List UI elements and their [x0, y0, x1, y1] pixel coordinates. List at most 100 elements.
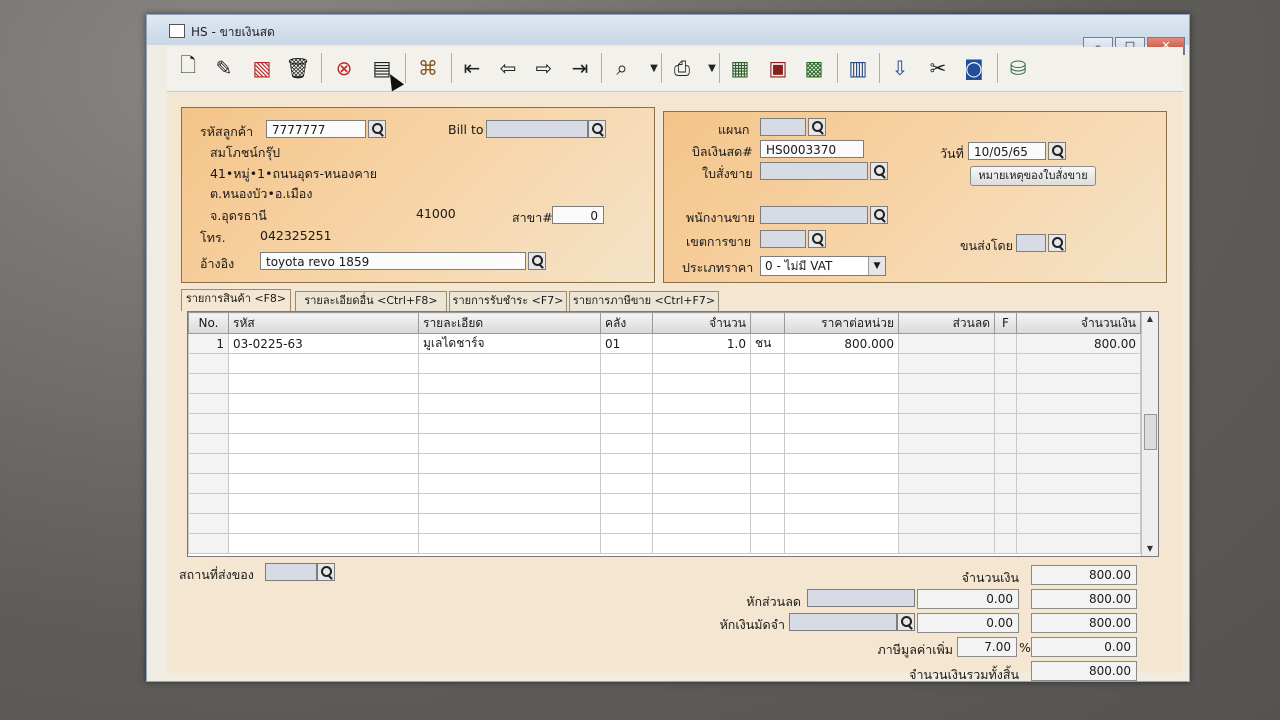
new-doc-icon[interactable]: 🗋 [173, 53, 203, 83]
tab-items[interactable]: รายการสินค้า <F8> [181, 289, 291, 311]
table-row[interactable]: 1 03-0225-63 มูเลไดชาร์จ 01 1.0 ชน 800.0… [188, 333, 1141, 354]
title-bar: HS - ขายเงินสด [147, 15, 1189, 45]
order-note-button[interactable]: หมายเหตุของใบสั่งขาย [970, 166, 1096, 186]
cell-description[interactable]: มูเลไดชาร์จ [418, 333, 601, 354]
bill-no-field[interactable]: HS0003370 [760, 140, 864, 158]
col-code[interactable]: รหัส [228, 312, 419, 334]
col-unit[interactable] [750, 312, 785, 334]
salesperson-field[interactable] [760, 206, 868, 224]
document-panel: แผนก บิลเงินสด# HS0003370 วันที่ 10/05/6… [663, 111, 1167, 283]
department-field[interactable] [760, 118, 806, 136]
trash-icon[interactable]: 🗑 [283, 53, 313, 83]
cell-discount[interactable] [898, 333, 995, 354]
sales-order-field[interactable] [760, 162, 868, 180]
vat-rate-field[interactable]: 7.00 [957, 637, 1017, 657]
deposit-field[interactable]: 0.00 [917, 613, 1019, 633]
table-row[interactable] [188, 493, 1141, 514]
col-amount[interactable]: จำนวนเงิน [1016, 312, 1141, 334]
deposit-search-icon[interactable] [897, 613, 915, 631]
salesperson-search-icon[interactable] [870, 206, 888, 224]
grid-scrollbar[interactable]: ▲ ▼ [1141, 312, 1158, 556]
cell-quantity[interactable]: 1.0 [652, 333, 751, 354]
calculator-icon[interactable]: ▣ [763, 53, 793, 83]
calendar-search-icon[interactable] [1048, 142, 1066, 160]
customer-search-icon[interactable] [368, 120, 386, 138]
cell-code[interactable]: 03-0225-63 [228, 333, 419, 354]
table-row[interactable] [188, 513, 1141, 534]
database-icon[interactable]: ⛁ [1003, 53, 1033, 83]
shipped-by-field[interactable] [1016, 234, 1046, 252]
edit-icon[interactable]: ✎ [209, 53, 239, 83]
ok-icon[interactable]: ⇩ [885, 53, 915, 83]
col-flag[interactable]: F [994, 312, 1017, 334]
table-row[interactable] [188, 373, 1141, 394]
customer-address-3: จ.อุดรธานี [210, 208, 267, 223]
col-discount[interactable]: ส่วนลด [898, 312, 995, 334]
col-warehouse[interactable]: คลัง [600, 312, 653, 334]
ok-disk-icon[interactable]: ◙ [959, 53, 989, 83]
col-no[interactable]: No. [188, 312, 229, 334]
col-quantity[interactable]: จำนวน [652, 312, 751, 334]
delete-doc-icon[interactable]: ▧ [247, 53, 277, 83]
cell-amount[interactable]: 800.00 [1016, 333, 1141, 354]
branch-field[interactable]: 0 [552, 206, 604, 224]
table-row[interactable] [188, 473, 1141, 494]
table-row[interactable] [188, 533, 1141, 554]
next-record-icon[interactable]: ⇨ [529, 53, 559, 83]
discount-formula-field[interactable] [807, 589, 915, 607]
sales-order-search-icon[interactable] [870, 162, 888, 180]
date-field[interactable]: 10/05/65 [968, 142, 1046, 160]
customer-code-field[interactable]: 7777777 [266, 120, 366, 138]
discount-field[interactable]: 0.00 [917, 589, 1019, 609]
col-description[interactable]: รายละเอียด [418, 312, 601, 334]
tab-sales-tax[interactable]: รายการภาษีขาย <Ctrl+F7> [569, 291, 719, 311]
bill-to-search-icon[interactable] [588, 120, 606, 138]
sales-area-field[interactable] [760, 230, 806, 248]
table-row[interactable] [188, 353, 1141, 374]
cell-unit[interactable]: ชน [750, 333, 785, 354]
print-preview-icon[interactable]: ⌘ [413, 53, 443, 83]
ship-to-search-icon[interactable] [317, 563, 335, 581]
app-icon [169, 24, 185, 38]
ship-to-field[interactable] [265, 563, 317, 581]
tools-icon[interactable]: ✂ [923, 53, 953, 83]
cell-warehouse[interactable]: 01 [600, 333, 653, 354]
chevron-down-icon[interactable]: ▼ [697, 53, 727, 83]
chevron-down-icon[interactable]: ▼ [639, 53, 669, 83]
scroll-thumb[interactable] [1144, 414, 1157, 450]
table-row[interactable] [188, 393, 1141, 414]
department-search-icon[interactable] [808, 118, 826, 136]
col-unit-price[interactable]: ราคาต่อหน่วย [784, 312, 899, 334]
cell-flag[interactable] [994, 333, 1017, 354]
chevron-down-icon[interactable]: ▼ [868, 257, 885, 275]
printer-icon[interactable]: ⎙ [667, 53, 697, 83]
prev-record-icon[interactable]: ⇦ [493, 53, 523, 83]
last-record-icon[interactable]: ⇥ [565, 53, 595, 83]
tab-other-details[interactable]: รายละเอียดอื่น <Ctrl+F8> [295, 291, 447, 311]
cell-unit-price[interactable]: 800.000 [784, 333, 899, 354]
reference-search-icon[interactable] [528, 252, 546, 270]
scroll-up-icon[interactable]: ▲ [1142, 312, 1158, 326]
sales-area-search-icon[interactable] [808, 230, 826, 248]
phone-label: โทร. [200, 230, 226, 245]
sales-order-label: ใบสั่งขาย [702, 166, 753, 181]
vat-amount-field: 0.00 [1031, 637, 1137, 657]
price-type-select[interactable]: 0 - ไม่มี VAT ▼ [760, 256, 886, 276]
first-record-icon[interactable]: ⇤ [457, 53, 487, 83]
shipped-by-search-icon[interactable] [1048, 234, 1066, 252]
reference-field[interactable]: toyota revo 1859 [260, 252, 526, 270]
table-row[interactable] [188, 453, 1141, 474]
deposit-ref-field[interactable] [789, 613, 897, 631]
approve-icon[interactable]: ▥ [843, 53, 873, 83]
bill-to-field[interactable] [486, 120, 588, 138]
cancel-icon[interactable]: ⊗ [329, 53, 359, 83]
cell-no[interactable]: 1 [188, 333, 229, 354]
report-icon[interactable]: ▦ [725, 53, 755, 83]
tab-payments[interactable]: รายการรับชำระ <F7> [449, 291, 567, 311]
table-row[interactable] [188, 413, 1141, 434]
scroll-down-icon[interactable]: ▼ [1142, 542, 1158, 556]
amount-label: จำนวนเงิน [961, 570, 1019, 585]
table-row[interactable] [188, 433, 1141, 454]
search-icon[interactable]: ⌕ [607, 53, 637, 83]
chart-icon[interactable]: ▩ [799, 53, 829, 83]
